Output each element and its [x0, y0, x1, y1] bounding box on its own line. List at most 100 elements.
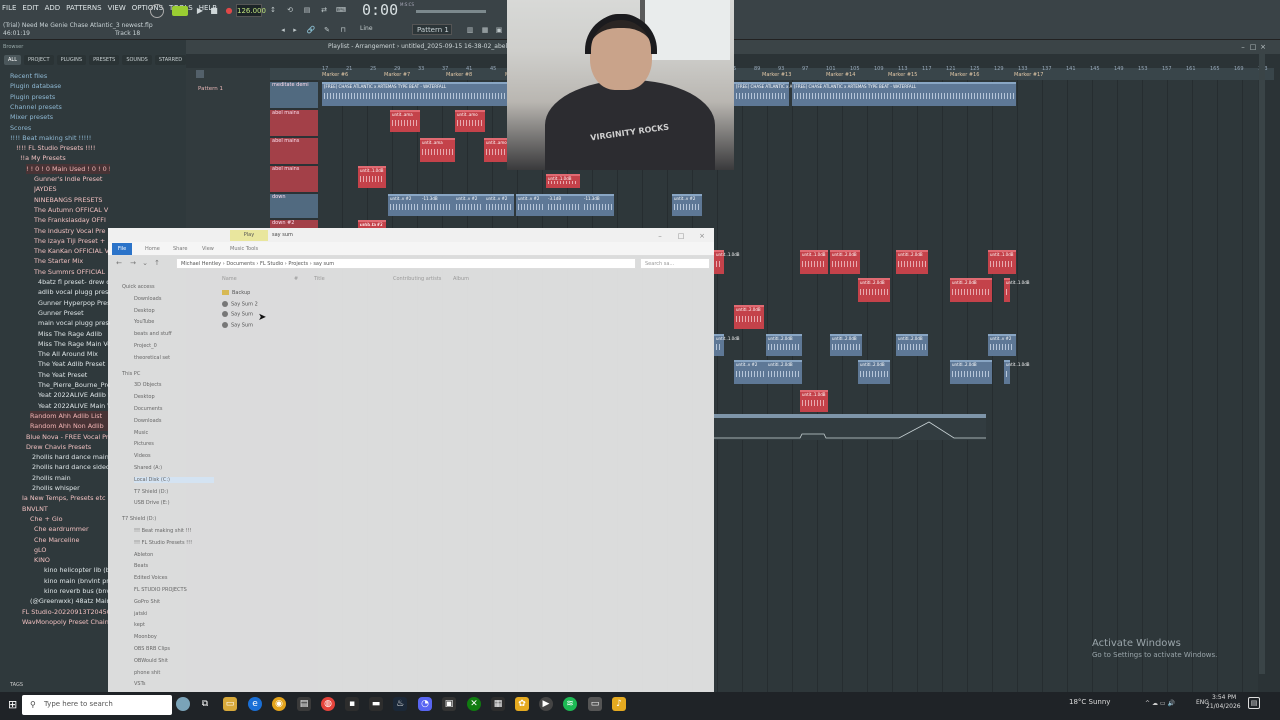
app2-icon[interactable]: ▣	[442, 697, 456, 711]
audio-clip[interactable]: untit..v #2	[672, 194, 702, 216]
file-row[interactable]: Say Sum	[222, 311, 253, 318]
pattern-song-toggle[interactable]	[172, 6, 188, 16]
app3-icon[interactable]: ▦	[491, 697, 505, 711]
chrome-icon[interactable]: ◉	[272, 697, 286, 711]
audio-clip[interactable]: untit..amo	[455, 110, 485, 132]
tray-icons[interactable]: ^ ☁ ▭ 🔊	[1130, 697, 1190, 711]
audio-clip[interactable]: untit..1.0dB	[714, 334, 740, 356]
pattern-selector[interactable]: Pattern 1	[412, 24, 452, 35]
file-row[interactable]: Say Sum 2	[222, 300, 258, 307]
audio-clip[interactable]: untit..v #2	[516, 194, 546, 216]
audio-clip[interactable]: untit..1.0dB	[988, 250, 1016, 274]
clock-time[interactable]: 3:54 PM	[1212, 694, 1236, 701]
menu-file[interactable]: FILE	[2, 4, 16, 12]
close-icon[interactable]: ×	[1258, 42, 1268, 52]
browser-item[interactable]: The Yeat Adlib Preset	[38, 359, 110, 369]
nav-item[interactable]: Desktop	[134, 308, 155, 314]
ruler-marker[interactable]: Marker #8	[446, 72, 472, 78]
track-header[interactable]: down #2	[270, 220, 318, 228]
audio-clip[interactable]: untitl..2.0dB	[858, 360, 890, 384]
weather-widget[interactable]: 18°C Sunny	[1069, 698, 1110, 706]
audio-clip[interactable]: untit..v #2	[734, 360, 766, 384]
ruler-marker[interactable]: Marker #7	[384, 72, 410, 78]
ribbon-home-tab[interactable]: Home	[145, 246, 160, 252]
nav-item[interactable]: This PC	[122, 371, 140, 377]
audio-clip[interactable]: untit..1.0dB	[1004, 360, 1030, 384]
file-explorer-icon[interactable]: ▭	[223, 697, 237, 711]
nav-item[interactable]: Local Disk (C:)	[134, 476, 214, 483]
audio-clip[interactable]: untitl..2.0dB	[896, 250, 928, 274]
nav-item[interactable]: theoretical set	[134, 355, 170, 361]
tab-plugins[interactable]: PLUGINS	[56, 55, 87, 65]
audio-clip[interactable]: untitl..2.0dB	[950, 360, 992, 384]
track-header[interactable]: abel mains	[270, 138, 318, 164]
audio-clip[interactable]: untitl..2.0dB	[830, 250, 860, 274]
terminal-icon[interactable]: ▬	[369, 697, 383, 711]
record-button[interactable]: ●	[222, 5, 236, 17]
browser-item[interactable]: Mixer presets	[10, 112, 110, 122]
explorer-maximize-icon[interactable]: □	[676, 231, 686, 241]
master-volume-slider[interactable]	[416, 10, 486, 13]
browser-item[interactable]: Scores	[10, 123, 110, 133]
forward-icon[interactable]: →	[128, 258, 138, 268]
snap-prev-icon[interactable]: ◂	[278, 25, 288, 35]
browser-item[interactable]: Plugin database	[10, 81, 110, 91]
nav-item[interactable]: Moonboy	[134, 634, 157, 640]
browser-item[interactable]: The All Around Mix	[38, 349, 110, 359]
media-player-icon[interactable]: ▶	[539, 697, 553, 711]
play-button[interactable]: ▶	[193, 5, 207, 17]
explorer-minimize-icon[interactable]: –	[655, 231, 665, 241]
nav-item[interactable]: OBWould Shit	[134, 658, 168, 664]
tempo-field[interactable]: 126.000	[236, 4, 266, 17]
edge-icon[interactable]: e	[248, 697, 262, 711]
nav-item[interactable]: Videos	[134, 453, 151, 459]
snap-select[interactable]: Line	[360, 25, 373, 32]
nav-item[interactable]: Music	[134, 430, 148, 436]
tab-presets[interactable]: PRESETS	[89, 55, 120, 65]
browser-item[interactable]: The Frankslasday OFFI	[34, 215, 110, 225]
track-header[interactable]: meditate demi	[270, 82, 318, 108]
nav-item[interactable]: Ableton	[134, 552, 153, 558]
crumb-user[interactable]: Michael Hentley	[181, 261, 221, 267]
ruler-marker[interactable]: Marker #17	[1014, 72, 1043, 78]
nav-item[interactable]: Downloads	[134, 418, 161, 424]
ruler-marker[interactable]: Marker #14	[826, 72, 855, 78]
browser-item[interactable]: kino helicopter lib (bv	[44, 565, 110, 575]
browser-item[interactable]: Gunner's Indie Preset	[34, 174, 110, 184]
nav-item[interactable]: Downloads	[134, 296, 161, 302]
wait-icon[interactable]: ↕	[268, 5, 278, 15]
stop-button[interactable]: ■	[207, 5, 221, 17]
nav-item[interactable]: VSTs	[134, 681, 145, 687]
browser-item[interactable]: The Izaya Tiji Preset +	[34, 236, 110, 246]
folder-app-icon[interactable]: ▤	[297, 697, 311, 711]
browser-item[interactable]: The KanKan OFFICIAL V	[34, 246, 110, 256]
nav-item[interactable]: Shared (A:)	[134, 465, 162, 471]
browser-item[interactable]: 2hollis whisper	[32, 483, 110, 493]
audio-clip[interactable]: untit..1.0dB	[800, 250, 828, 274]
metronome-icon[interactable]	[150, 4, 164, 18]
explorer-search-input[interactable]: Search sa...	[640, 258, 710, 269]
audio-clip[interactable]: untit..1.0dB	[546, 174, 580, 188]
track-header[interactable]: down	[270, 194, 318, 218]
menu-edit[interactable]: EDIT	[22, 4, 38, 12]
browser-item[interactable]: !!a My Presets	[20, 153, 110, 163]
col-artists[interactable]: Contributing artists	[393, 276, 441, 282]
nav-item[interactable]: USB Drive (E:)	[134, 500, 170, 506]
notification-icon[interactable]: ▤	[1248, 697, 1260, 709]
crumb-projects[interactable]: Projects	[288, 261, 308, 267]
app-icon[interactable]: ▪	[345, 697, 359, 711]
pattern-picker-icon[interactable]	[196, 70, 204, 78]
track-header[interactable]: abel mains	[270, 110, 318, 136]
browser-item[interactable]: Recent files	[10, 71, 110, 81]
steam-icon[interactable]: ♨	[393, 697, 407, 711]
nav-item[interactable]: YouTube	[134, 319, 154, 325]
magnet-icon[interactable]: ⊓	[338, 25, 348, 35]
nav-item[interactable]: T7 Shield (D:)	[122, 516, 156, 522]
blend-icon[interactable]: ⇄	[319, 5, 329, 15]
audio-clip[interactable]: untit..v #2	[484, 194, 514, 216]
browser-item[interactable]: The Autumn OFFICAL V	[34, 205, 110, 215]
nav-item[interactable]: kept	[134, 622, 145, 628]
file-row[interactable]: Say Sum	[222, 321, 253, 328]
browser-item[interactable]: The_Pierre_Bourne_Prese	[38, 380, 110, 390]
spotify-icon[interactable]: ≋	[563, 697, 577, 711]
